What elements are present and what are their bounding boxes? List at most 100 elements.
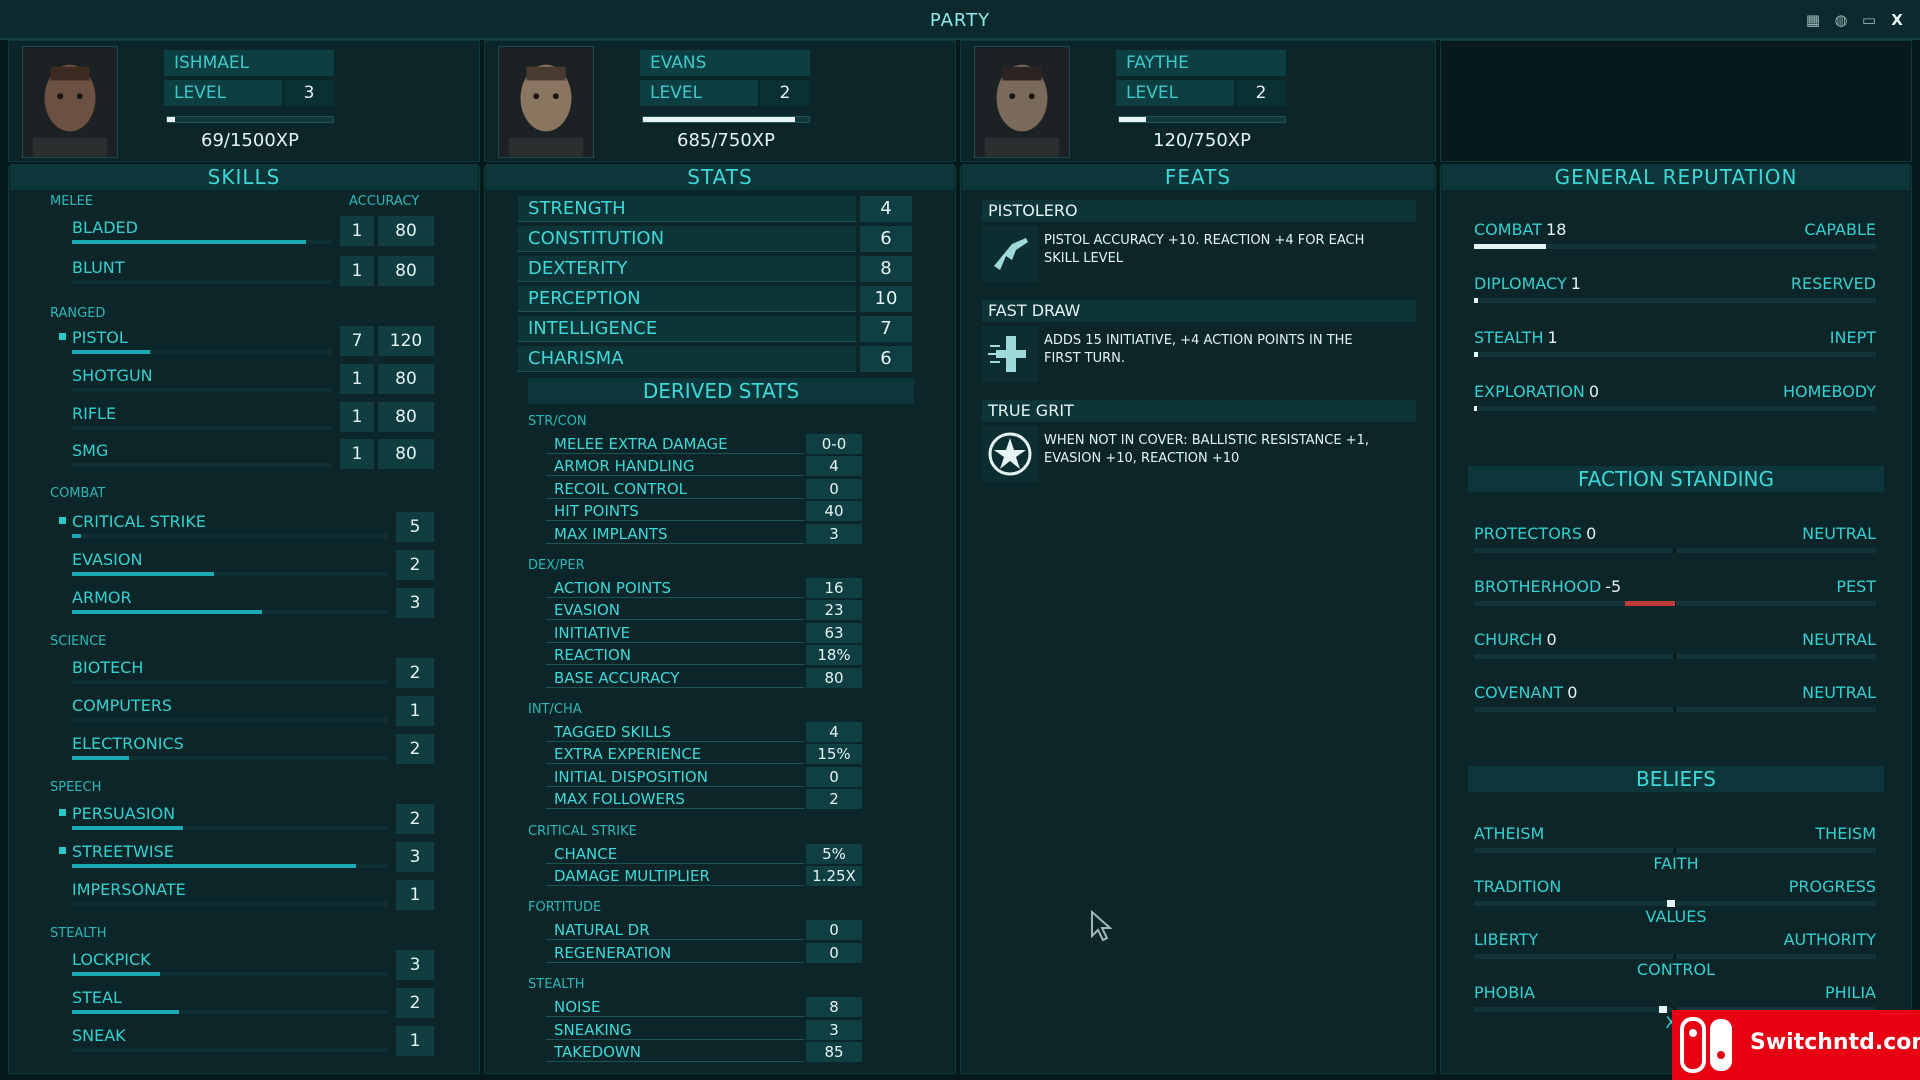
derived-stat-noise[interactable]: NOISE: [546, 997, 804, 1018]
derived-stat-value: 16: [806, 578, 862, 598]
derived-stats-header: DERIVED STATS: [528, 378, 914, 404]
attribute-value: 4: [860, 196, 912, 222]
reputation-stealth[interactable]: STEALTH 1: [1474, 328, 1558, 347]
monitor-icon[interactable]: ▭: [1860, 12, 1878, 28]
derived-stat-reaction[interactable]: REACTION: [546, 645, 804, 666]
fast-draw-icon: [982, 326, 1038, 382]
skill-progress-bar: [72, 610, 388, 614]
derived-stat-hit-points[interactable]: HIT POINTS: [546, 501, 804, 522]
accuracy-column-label: ACCURACY: [349, 194, 420, 209]
reputation-bar-fill: [1474, 352, 1479, 357]
derived-stat-max-implants[interactable]: MAX IMPLANTS: [546, 524, 804, 544]
portrait-faythe[interactable]: [974, 46, 1070, 158]
reputation-combat[interactable]: COMBAT 18: [1474, 220, 1566, 239]
reputation-bar: [1474, 244, 1876, 249]
attribute-strength[interactable]: STRENGTH: [518, 196, 856, 222]
attribute-value: 10: [860, 286, 912, 312]
faction-name: BROTHERHOOD: [1474, 577, 1602, 596]
derived-stat-value: 3: [806, 1019, 862, 1040]
close-icon[interactable]: X: [1888, 12, 1906, 28]
skill-progress-bar: [72, 680, 388, 684]
skill-progress-bar: [72, 826, 388, 830]
derived-stat-max-followers[interactable]: MAX FOLLOWERS: [546, 789, 804, 810]
belief-axis-bar[interactable]: [1474, 954, 1876, 959]
portrait-ishmael[interactable]: [22, 46, 118, 158]
skill-name: SHOTGUN: [72, 366, 153, 385]
derived-stat-value: 18%: [806, 645, 862, 666]
level-label: LEVEL: [164, 80, 282, 106]
skill-progress-fill: [72, 534, 82, 538]
reputation-value: 1: [1570, 274, 1581, 293]
derived-stat-melee-extra-damage[interactable]: MELEE EXTRA DAMAGE: [546, 434, 804, 454]
skill-name: ELECTRONICS: [72, 734, 184, 753]
derived-group-label: STR/CON: [528, 414, 587, 429]
feat-pistolero[interactable]: PISTOLERO: [982, 200, 1416, 222]
derived-stat-sneaking[interactable]: SNEAKING: [546, 1020, 804, 1040]
xp-text: 69/1500XP: [201, 130, 299, 151]
derived-stat-value: 3: [806, 523, 862, 544]
reputation-bar-fill: [1474, 406, 1478, 411]
pistol-icon: [982, 226, 1038, 282]
attribute-constitution[interactable]: CONSTITUTION: [518, 226, 856, 252]
belief-axis-bar[interactable]: [1474, 848, 1876, 853]
derived-stat-base-accuracy[interactable]: BASE ACCURACY: [546, 668, 804, 688]
skill-name: EVASION: [72, 550, 143, 569]
faction-bar-negative-fill: [1625, 601, 1675, 606]
skill-progress-fill: [72, 864, 357, 868]
derived-stat-value: 85: [806, 1042, 862, 1062]
stats-header: STATS: [486, 164, 954, 190]
derived-stat-evasion[interactable]: EVASION: [546, 600, 804, 621]
derived-stat-damage-multiplier[interactable]: DAMAGE MULTIPLIER: [546, 866, 804, 886]
derived-stat-regeneration[interactable]: REGENERATION: [546, 943, 804, 963]
reputation-diplomacy[interactable]: DIPLOMACY 1: [1474, 274, 1581, 293]
belief-right-label: PHILIA: [1825, 983, 1876, 1002]
skill-value: 1: [340, 216, 374, 246]
derived-stat-value: 0: [806, 942, 862, 963]
skill-value: 7: [340, 326, 374, 356]
skill-category-speech: SPEECH: [50, 780, 102, 795]
skill-accuracy: 80: [378, 216, 434, 246]
reputation-name: STEALTH: [1474, 328, 1544, 347]
derived-stat-recoil-control[interactable]: RECOIL CONTROL: [546, 479, 804, 499]
calendar-icon[interactable]: ▦: [1804, 12, 1822, 28]
portrait-evans[interactable]: [498, 46, 594, 158]
reputation-bar: [1474, 298, 1876, 303]
member-name: EVANS: [640, 50, 810, 76]
xp-bar: [166, 116, 334, 123]
derived-stat-initiative[interactable]: INITIATIVE: [546, 623, 804, 643]
derived-stat-natural-dr[interactable]: NATURAL DR: [546, 920, 804, 941]
derived-stat-armor-handling[interactable]: ARMOR HANDLING: [546, 456, 804, 477]
skill-category-melee: MELEE: [50, 194, 94, 209]
faction-covenant[interactable]: COVENANT 0: [1474, 683, 1577, 702]
skill-name: SNEAK: [72, 1026, 126, 1045]
derived-stat-takedown[interactable]: TAKEDOWN: [546, 1042, 804, 1062]
beliefs-header: BELIEFS: [1468, 766, 1884, 792]
reputation-exploration[interactable]: EXPLORATION 0: [1474, 382, 1599, 401]
attribute-dexterity[interactable]: DEXTERITY: [518, 256, 856, 282]
skill-progress-bar: [72, 350, 332, 354]
attribute-charisma[interactable]: CHARISMA: [518, 346, 856, 372]
derived-stat-initial-disposition[interactable]: INITIAL DISPOSITION: [546, 767, 804, 787]
skill-progress-bar: [72, 572, 388, 576]
faction-protectors[interactable]: PROTECTORS 0: [1474, 524, 1596, 543]
derived-stat-action-points[interactable]: ACTION POINTS: [546, 578, 804, 598]
faction-church[interactable]: CHURCH 0: [1474, 630, 1557, 649]
brain-icon[interactable]: ◍: [1832, 12, 1850, 28]
belief-axis-divider: [1673, 954, 1676, 959]
derived-stat-chance[interactable]: CHANCE: [546, 844, 804, 864]
feat-fast-draw[interactable]: FAST DRAW: [982, 300, 1416, 322]
attribute-perception[interactable]: PERCEPTION: [518, 286, 856, 312]
member-name: ISHMAEL: [164, 50, 334, 76]
faction-rank: PEST: [1836, 577, 1876, 596]
attribute-intelligence[interactable]: INTELLIGENCE: [518, 316, 856, 342]
faction-bar: [1474, 707, 1876, 712]
skill-value: 2: [396, 804, 434, 834]
faction-brotherhood[interactable]: BROTHERHOOD -5: [1474, 577, 1621, 596]
derived-stat-value: 8: [806, 997, 862, 1018]
derived-stat-tagged-skills[interactable]: TAGGED SKILLS: [546, 722, 804, 742]
belief-axis-bar[interactable]: [1474, 900, 1876, 907]
reputation-name: COMBAT: [1474, 220, 1543, 239]
belief-axis-name: CONTROL: [1636, 960, 1716, 979]
derived-stat-extra-experience[interactable]: EXTRA EXPERIENCE: [546, 744, 804, 765]
feat-true-grit[interactable]: TRUE GRIT: [982, 400, 1416, 422]
